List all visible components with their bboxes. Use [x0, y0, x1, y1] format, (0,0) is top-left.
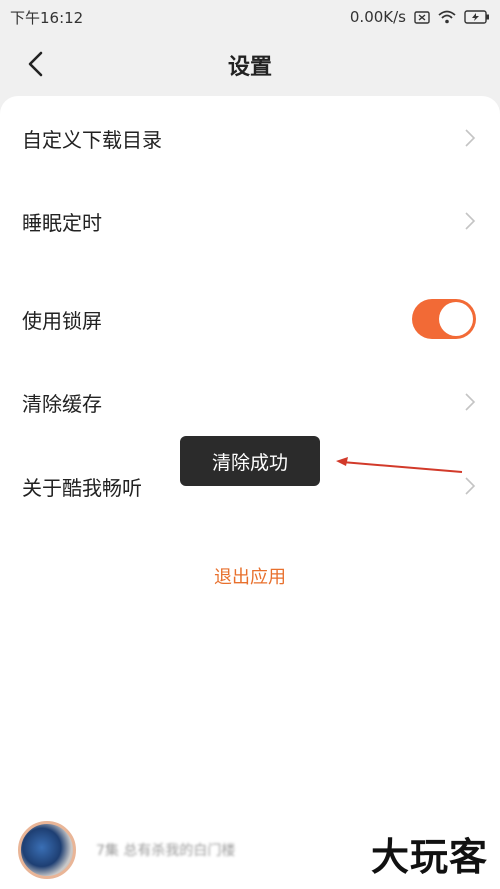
- page-title: 设置: [227, 55, 272, 80]
- status-right: 0.00K/s: [350, 8, 490, 26]
- toast-message: 清除成功: [211, 451, 288, 474]
- settings-item-label: 睡眠定时: [22, 210, 102, 235]
- annotation-arrow-icon: [336, 457, 463, 473]
- album-cover[interactable]: [18, 820, 76, 879]
- settings-item-label: 使用锁屏: [22, 308, 102, 333]
- watermark-logo: 大玩客: [370, 835, 488, 879]
- chevron-right-icon: [464, 128, 476, 148]
- header: 设置: [0, 34, 500, 96]
- settings-item-label: 自定义下载目录: [22, 127, 162, 152]
- exit-app-button[interactable]: 退出应用: [0, 558, 500, 594]
- settings-item-clear-cache[interactable]: 清除缓存: [0, 362, 500, 442]
- toggle-knob: [439, 302, 473, 336]
- sim-off-icon: [414, 10, 430, 24]
- settings-item-lock-screen: 使用锁屏: [0, 279, 500, 359]
- now-playing-title: 7集 总有杀我的白门楼: [96, 842, 236, 859]
- status-bar: 下午16:12 0.00K/s: [0, 0, 500, 34]
- settings-item-download-dir[interactable]: 自定义下载目录: [0, 98, 500, 178]
- settings-card: 自定义下载目录 睡眠定时 使用锁屏 清除缓存 关于酷我畅听 退出应用: [0, 96, 500, 889]
- settings-item-label: 关于酷我畅听: [22, 475, 142, 500]
- lock-screen-toggle[interactable]: [412, 299, 476, 339]
- settings-item-sleep-timer[interactable]: 睡眠定时: [0, 181, 500, 261]
- battery-charging-icon: [464, 10, 490, 24]
- chevron-right-icon: [464, 211, 476, 231]
- toast: 清除成功: [180, 436, 320, 486]
- chevron-right-icon: [464, 392, 476, 412]
- network-speed: 0.00K/s: [349, 8, 406, 26]
- settings-item-label: 清除缓存: [22, 391, 102, 416]
- back-button[interactable]: [16, 46, 56, 86]
- status-time: 下午16:12: [10, 8, 84, 27]
- wifi-icon: [438, 10, 456, 24]
- chevron-left-icon: [27, 51, 45, 81]
